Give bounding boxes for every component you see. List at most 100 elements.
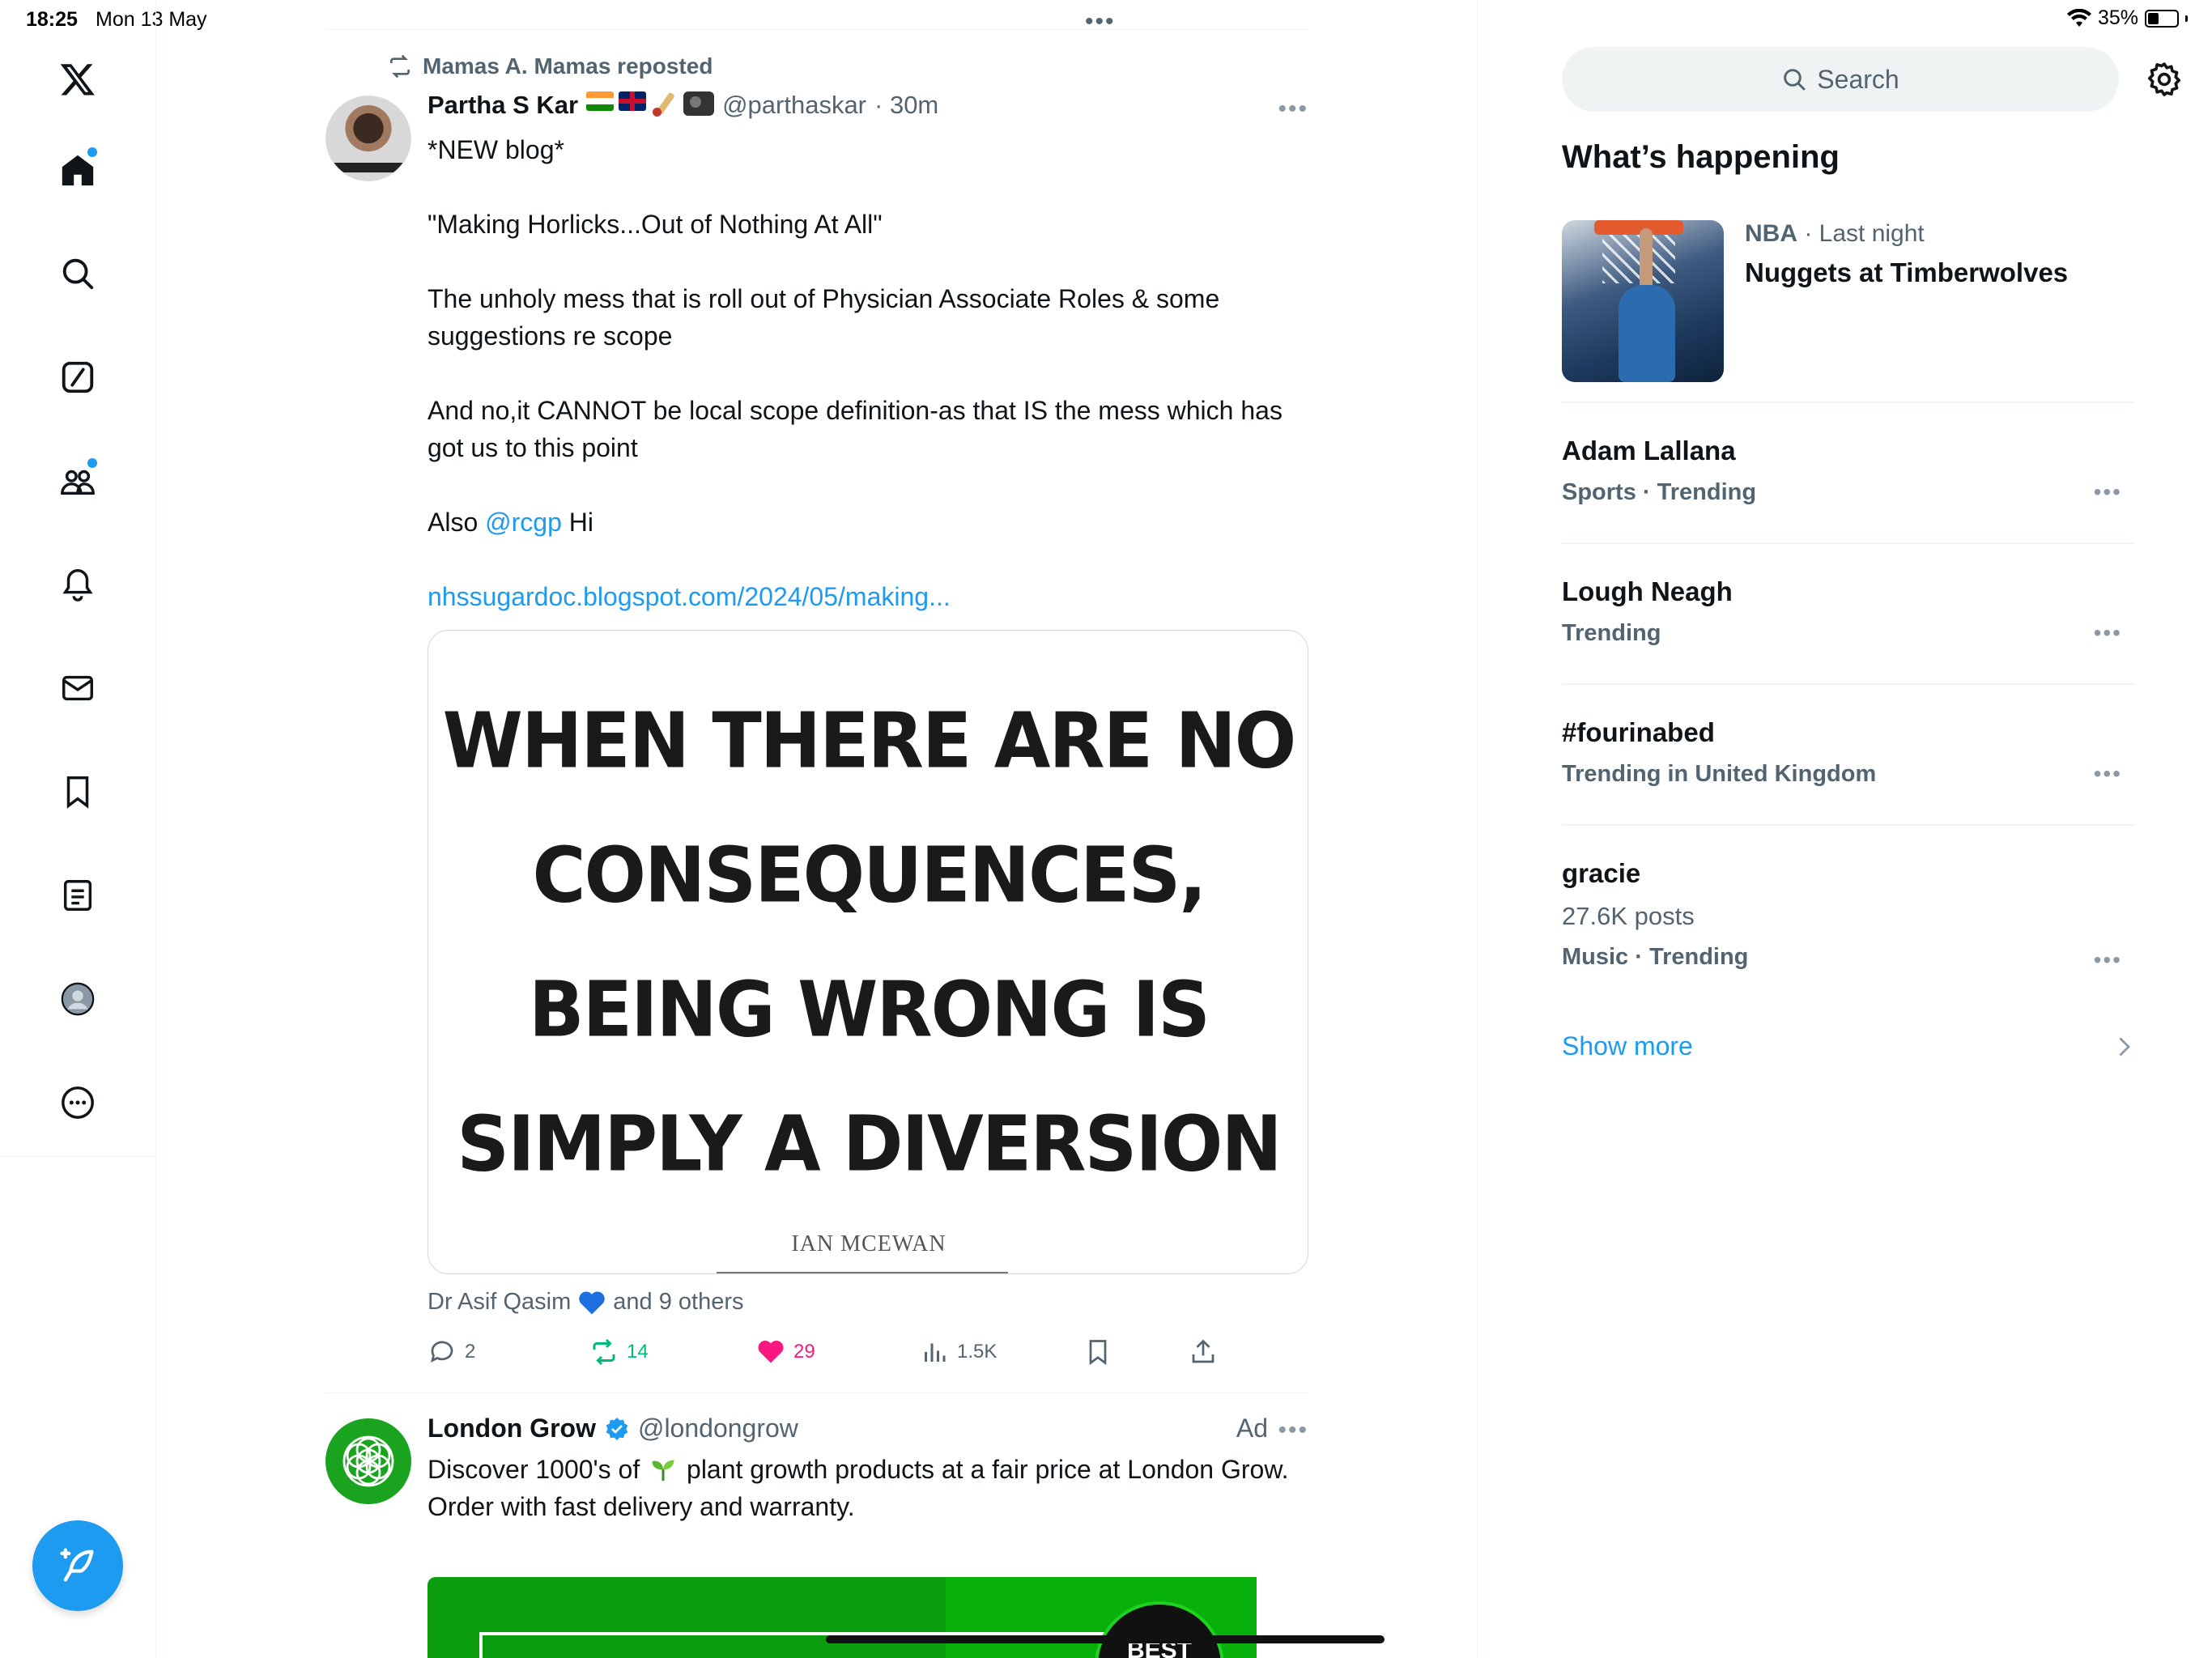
search-icon[interactable] <box>52 248 104 300</box>
trend-divider <box>1562 402 2135 403</box>
ad-line: Discover 1000's of plant growth products… <box>428 1451 1310 1488</box>
featured-trend-image[interactable] <box>1562 220 1724 382</box>
reply-icon <box>430 1341 453 1363</box>
avatar[interactable] <box>325 96 411 181</box>
blog-link[interactable]: nhssugardoc.blogspot.com/2024/05/making.… <box>428 582 951 611</box>
ad-label: Ad <box>1236 1414 1268 1443</box>
trend-context: Trending in United Kingdom <box>1562 761 1877 787</box>
home-icon[interactable] <box>52 144 104 196</box>
ad-carousel[interactable]: BEST <box>428 1577 1257 1658</box>
like-count: 29 <box>793 1341 815 1363</box>
compose-feather-icon <box>60 1548 94 1582</box>
trend-more-icon[interactable]: ••• <box>2094 479 2122 505</box>
search-icon <box>1784 69 1806 91</box>
mention-link[interactable]: @rcgp <box>485 508 562 537</box>
like-button[interactable]: 29 <box>756 1337 815 1367</box>
trend-more-icon[interactable]: ••• <box>2094 947 2122 973</box>
lists-icon[interactable] <box>52 869 104 921</box>
whats-happening-heading: What’s happening <box>1562 139 1840 175</box>
trend-title: #fourinabed <box>1562 717 1715 747</box>
author-handle[interactable]: @parthaskar <box>722 91 866 120</box>
also-prefix: Also <box>428 508 479 537</box>
trend-item[interactable]: gracie 27.6K posts Music · Trending ••• <box>1562 858 2135 973</box>
repost-icon <box>390 54 410 79</box>
home-notification-dot <box>87 147 97 157</box>
more-icon[interactable] <box>52 1077 104 1129</box>
heart-icon <box>758 1341 784 1363</box>
communities-icon[interactable] <box>52 455 104 507</box>
quote-underline <box>717 1272 1008 1273</box>
tweet-more-icon[interactable]: ••• <box>1278 96 1308 123</box>
prev-tweet-more-icon[interactable]: ••• <box>1085 8 1116 36</box>
bookmarks-icon[interactable] <box>52 766 104 818</box>
trend-item[interactable]: Lough Neagh Trending ••• <box>1562 576 2135 647</box>
bookmark-button[interactable] <box>1083 1337 1112 1367</box>
also-suffix: Hi <box>568 508 593 537</box>
featured-trend-meta: NBA · Last night <box>1745 220 1925 248</box>
quote-line: BEING WRONG IS <box>528 965 1210 1055</box>
ad-text-before: Discover 1000's of <box>428 1455 640 1484</box>
chevron-right-icon[interactable] <box>2114 1035 2133 1059</box>
share-button[interactable] <box>1189 1337 1218 1367</box>
trend-more-icon[interactable]: ••• <box>2094 620 2122 646</box>
advertiser-name[interactable]: London Grow <box>428 1414 596 1443</box>
movie-camera-icon <box>683 91 715 116</box>
avatar[interactable] <box>325 1418 411 1504</box>
bookmark-icon <box>1089 1340 1107 1366</box>
compose-post-button[interactable] <box>32 1520 123 1611</box>
search-placeholder: Search <box>1817 64 1899 94</box>
trend-item[interactable]: #fourinabed Trending in United Kingdom •… <box>1562 717 2135 788</box>
tweet-image[interactable]: WHEN THERE ARE NO CONSEQUENCES, BEING WR… <box>428 630 1308 1274</box>
quote-line: SIMPLY A DIVERSION <box>457 1099 1282 1189</box>
cricket-icon <box>651 91 678 119</box>
seedling-icon <box>652 1460 674 1481</box>
grok-icon[interactable] <box>52 351 104 403</box>
tweet-line: "Making Horlicks...Out of Nothing At All… <box>428 210 883 239</box>
tweet-actions: 2 14 29 1.5K <box>428 1337 1310 1370</box>
search-input[interactable]: Search <box>1562 47 2119 112</box>
ad-more-icon[interactable]: ••• <box>1278 1417 1308 1444</box>
uk-flag-icon <box>619 91 647 111</box>
india-flag-icon <box>586 91 615 111</box>
featured-trend-title[interactable]: Nuggets at Timberwolves <box>1745 257 2068 288</box>
liked-by-name: Dr Asif Qasim <box>428 1289 572 1315</box>
left-nav <box>0 0 156 1658</box>
liked-by-suffix: and 9 others <box>613 1289 744 1315</box>
flower-of-life-icon <box>342 1435 394 1487</box>
trend-context: Music · Trending <box>1562 944 1749 970</box>
quote-author: IAN MCEWAN <box>791 1231 946 1256</box>
home-indicator[interactable] <box>826 1635 1385 1643</box>
name-emojis <box>586 91 715 119</box>
reply-button[interactable]: 2 <box>428 1337 475 1367</box>
profile-icon[interactable] <box>52 973 104 1025</box>
show-more-link[interactable]: Show more <box>1562 1031 1693 1061</box>
views-count: 1.5K <box>957 1341 998 1363</box>
x-logo-icon[interactable] <box>52 53 104 105</box>
tweet-text: *NEW blog* "Making Horlicks...Out of Not… <box>428 131 1310 615</box>
repost-button[interactable]: 14 <box>589 1337 649 1367</box>
author-name[interactable]: Partha S Kar <box>428 91 578 120</box>
tweet-time[interactable]: · 30m <box>874 91 938 120</box>
trend-divider <box>1562 542 2135 544</box>
repost-by-label: Mamas A. Mamas reposted <box>423 53 713 79</box>
tweet-line: Also @rcgp Hi <box>428 504 1310 541</box>
quote-text: WHEN THERE ARE NO CONSEQUENCES, BEING WR… <box>428 674 1308 1212</box>
repost-context[interactable]: Mamas A. Mamas reposted <box>387 53 713 79</box>
ad-card[interactable]: BEST <box>428 1577 1257 1658</box>
trend-more-icon[interactable]: ••• <box>2094 761 2122 787</box>
trend-divider <box>1562 824 2135 826</box>
featured-trend-when: · Last night <box>1804 220 1925 247</box>
trend-item[interactable]: Adam Lallana Sports · Trending ••• <box>1562 436 2135 506</box>
blue-heart-icon <box>579 1290 605 1315</box>
tweet-divider <box>325 1392 1308 1393</box>
notifications-icon[interactable] <box>52 559 104 610</box>
liked-by[interactable]: Dr Asif Qasim and 9 others <box>428 1289 743 1316</box>
settings-gear-icon[interactable] <box>2145 60 2184 99</box>
tweet-line: The unholy mess that is roll out of Phys… <box>428 284 1220 351</box>
advertiser-handle[interactable]: @londongrow <box>638 1414 798 1443</box>
trend-title: Adam Lallana <box>1562 436 1736 466</box>
views-button[interactable]: 1.5K <box>920 1337 997 1367</box>
ad-line: Order with fast delivery and warranty. <box>428 1492 855 1521</box>
messages-icon[interactable] <box>52 662 104 714</box>
tweet-header: Partha S Kar @parthaskar · 30m <box>428 91 938 120</box>
